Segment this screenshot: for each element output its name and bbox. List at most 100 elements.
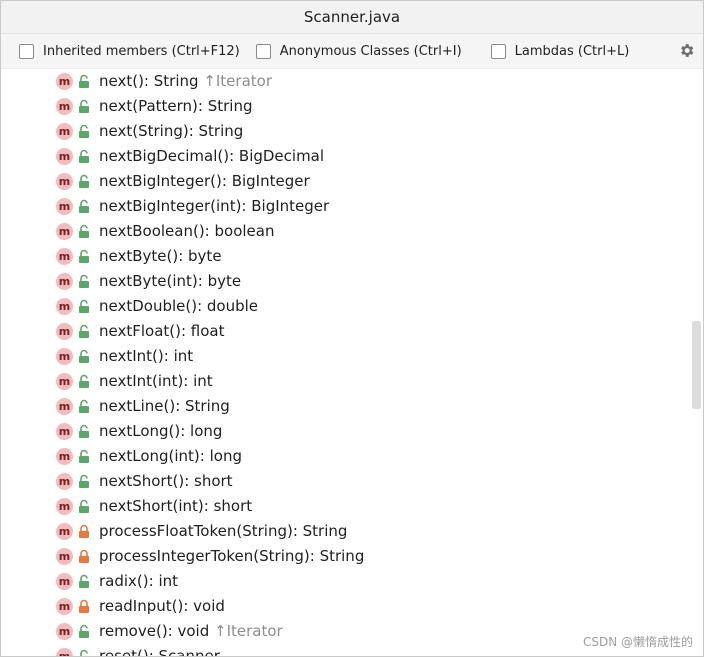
method-icon: m bbox=[56, 348, 73, 365]
member-signature: nextShort(int): short bbox=[99, 496, 252, 516]
public-lock-icon bbox=[78, 199, 90, 214]
member-row[interactable]: m nextByte(int): byte bbox=[1, 269, 691, 294]
public-lock-icon bbox=[78, 574, 90, 589]
member-row[interactable]: m nextBigDecimal(): BigDecimal bbox=[1, 144, 691, 169]
inherited-from-label: ↑Iterator bbox=[214, 622, 283, 640]
method-icon: m bbox=[56, 173, 73, 190]
member-row[interactable]: m nextShort(int): short bbox=[1, 494, 691, 519]
public-lock-icon bbox=[78, 99, 90, 114]
member-signature: nextInt(): int bbox=[99, 346, 193, 366]
private-lock-icon bbox=[78, 524, 90, 539]
public-lock-icon bbox=[78, 124, 90, 139]
method-icon: m bbox=[56, 223, 73, 240]
public-lock-icon bbox=[78, 499, 90, 514]
member-row[interactable]: m next(String): String bbox=[1, 119, 691, 144]
member-name: nextFloat(): float bbox=[99, 322, 225, 340]
inherited-members-label: Inherited members (Ctrl+F12) bbox=[43, 43, 240, 59]
member-row[interactable]: m nextDouble(): double bbox=[1, 294, 691, 319]
member-row[interactable]: m readInput(): void bbox=[1, 594, 691, 619]
member-row[interactable]: m nextBigInteger(int): BigInteger bbox=[1, 194, 691, 219]
member-signature: nextShort(): short bbox=[99, 471, 233, 491]
method-icon: m bbox=[56, 598, 73, 615]
member-row[interactable]: m next(): String ↑Iterator bbox=[1, 69, 691, 94]
anonymous-classes-checkbox[interactable]: Anonymous Classes (Ctrl+I) bbox=[255, 43, 462, 59]
member-row[interactable]: m radix(): int bbox=[1, 569, 691, 594]
checkbox-box[interactable] bbox=[19, 43, 34, 59]
method-icon: m bbox=[56, 448, 73, 465]
member-row[interactable]: m nextShort(): short bbox=[1, 469, 691, 494]
member-row[interactable]: m nextInt(): int bbox=[1, 344, 691, 369]
member-name: nextDouble(): double bbox=[99, 297, 259, 315]
watermark: CSDN @懒惰成性的 bbox=[582, 635, 693, 649]
method-icon: m bbox=[56, 523, 73, 540]
member-signature: nextFloat(): float bbox=[99, 321, 225, 341]
member-signature: processFloatToken(String): String bbox=[99, 521, 347, 541]
member-row[interactable]: m nextInt(int): int bbox=[1, 369, 691, 394]
member-row[interactable]: m nextLong(): long bbox=[1, 419, 691, 444]
member-name: nextByte(int): byte bbox=[99, 272, 242, 290]
member-name: radix(): int bbox=[99, 572, 179, 590]
public-lock-icon bbox=[78, 624, 90, 639]
member-name: nextLong(): long bbox=[99, 422, 223, 440]
public-lock-icon bbox=[78, 274, 90, 289]
member-signature: nextBoolean(): boolean bbox=[99, 221, 274, 241]
inherited-from-label: ↑Iterator bbox=[203, 72, 272, 90]
member-row[interactable]: m nextByte(): byte bbox=[1, 244, 691, 269]
public-lock-icon bbox=[78, 424, 90, 439]
member-name: nextLong(int): long bbox=[99, 447, 242, 465]
member-name: next(Pattern): String bbox=[99, 97, 253, 115]
member-name: next(): String bbox=[99, 72, 199, 90]
member-row[interactable]: m nextLine(): String bbox=[1, 394, 691, 419]
member-row[interactable]: m processFloatToken(String): String bbox=[1, 519, 691, 544]
member-row[interactable]: m nextBoolean(): boolean bbox=[1, 219, 691, 244]
method-icon: m bbox=[56, 573, 73, 590]
inherited-members-checkbox[interactable]: Inherited members (Ctrl+F12) bbox=[19, 43, 240, 59]
member-row[interactable]: m nextBigInteger(): BigInteger bbox=[1, 169, 691, 194]
public-lock-icon bbox=[78, 449, 90, 464]
member-name: nextInt(): int bbox=[99, 347, 194, 365]
member-name: remove(): void bbox=[99, 622, 210, 640]
member-name: nextBoolean(): boolean bbox=[99, 222, 275, 240]
member-signature: nextBigDecimal(): BigDecimal bbox=[99, 146, 324, 166]
member-row[interactable]: m next(Pattern): String bbox=[1, 94, 691, 119]
structure-popup: Scanner.java Inherited members (Ctrl+F12… bbox=[0, 0, 704, 657]
member-signature: nextBigInteger(): BigInteger bbox=[99, 171, 310, 191]
member-name: nextBigInteger(int): BigInteger bbox=[99, 197, 330, 215]
method-icon: m bbox=[56, 248, 73, 265]
gear-icon[interactable] bbox=[678, 42, 695, 59]
method-icon: m bbox=[56, 273, 73, 290]
member-name: nextLine(): String bbox=[99, 397, 230, 415]
member-name: nextShort(): short bbox=[99, 472, 233, 490]
checkbox-box[interactable] bbox=[255, 43, 271, 59]
member-list: m next(): String ↑Iterator m next(Pattern):… bbox=[1, 69, 691, 656]
method-icon: m bbox=[56, 198, 73, 215]
anonymous-classes-label: Anonymous Classes (Ctrl+I) bbox=[279, 43, 462, 59]
member-name: processFloatToken(String): String bbox=[99, 522, 348, 540]
method-icon: m bbox=[56, 148, 73, 165]
lambdas-checkbox[interactable]: Lambdas (Ctrl+L) bbox=[490, 43, 629, 59]
member-row[interactable]: m nextLong(int): long bbox=[1, 444, 691, 469]
public-lock-icon bbox=[78, 224, 90, 239]
member-name: readInput(): void bbox=[99, 597, 225, 615]
public-lock-icon bbox=[78, 299, 90, 314]
private-lock-icon bbox=[78, 549, 90, 564]
member-row[interactable]: m nextFloat(): float bbox=[1, 319, 691, 344]
checkbox-box[interactable] bbox=[490, 43, 506, 59]
member-row[interactable]: m processIntegerToken(String): String bbox=[1, 544, 691, 569]
method-icon: m bbox=[56, 73, 73, 90]
file-name: Scanner.java bbox=[303, 8, 401, 26]
member-signature: next(String): String bbox=[99, 121, 243, 141]
public-lock-icon bbox=[78, 474, 90, 489]
method-icon: m bbox=[56, 398, 73, 415]
member-name: nextShort(int): short bbox=[99, 497, 253, 515]
member-signature: next(): String ↑Iterator bbox=[99, 71, 272, 91]
public-lock-icon bbox=[78, 174, 90, 189]
vertical-scrollbar[interactable] bbox=[692, 321, 701, 409]
member-signature: radix(): int bbox=[99, 571, 178, 591]
member-name: nextBigInteger(): BigInteger bbox=[99, 172, 310, 190]
member-name: processIntegerToken(String): String bbox=[99, 547, 365, 565]
public-lock-icon bbox=[78, 374, 90, 389]
member-signature: nextByte(): byte bbox=[99, 246, 222, 266]
method-icon: m bbox=[56, 498, 73, 515]
method-icon: m bbox=[56, 648, 73, 656]
